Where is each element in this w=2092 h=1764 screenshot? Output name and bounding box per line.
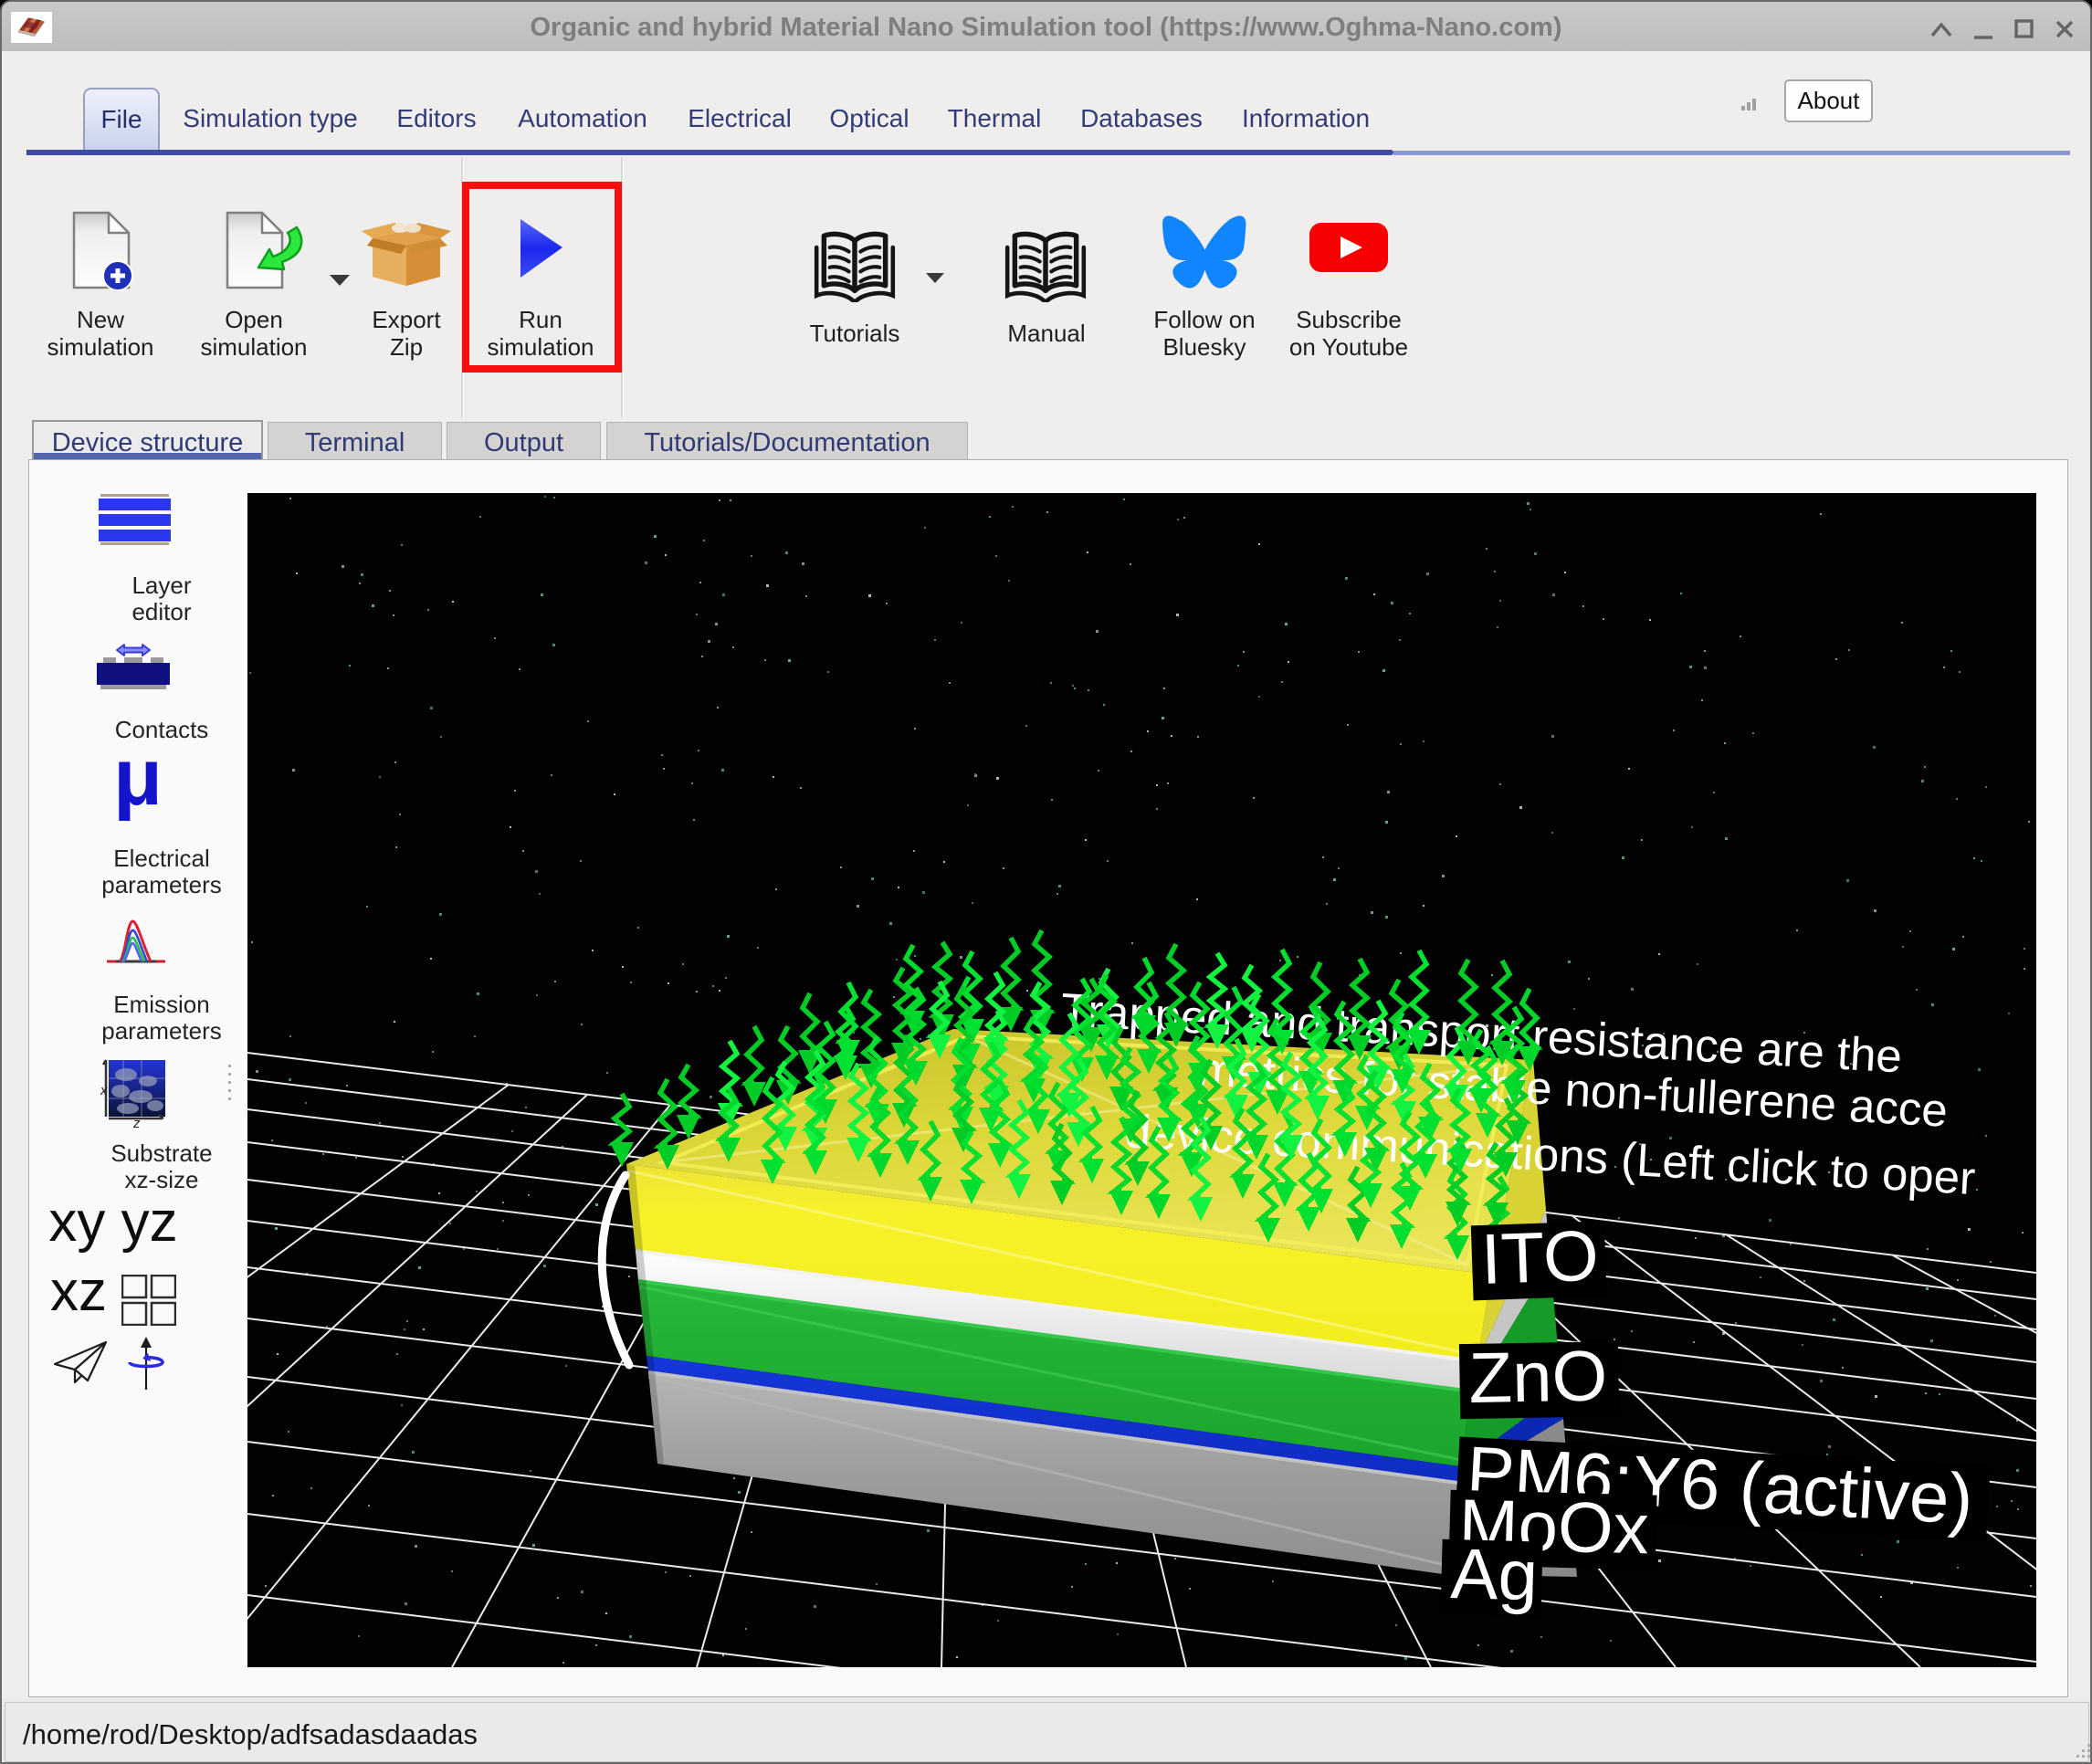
svg-text:z: z — [132, 1116, 141, 1128]
svg-text:ZnO: ZnO — [1468, 1335, 1608, 1418]
svg-text:ITO: ITO — [1480, 1215, 1601, 1299]
svg-text:x: x — [100, 1083, 108, 1098]
svg-text:Ag: Ag — [1450, 1533, 1540, 1615]
